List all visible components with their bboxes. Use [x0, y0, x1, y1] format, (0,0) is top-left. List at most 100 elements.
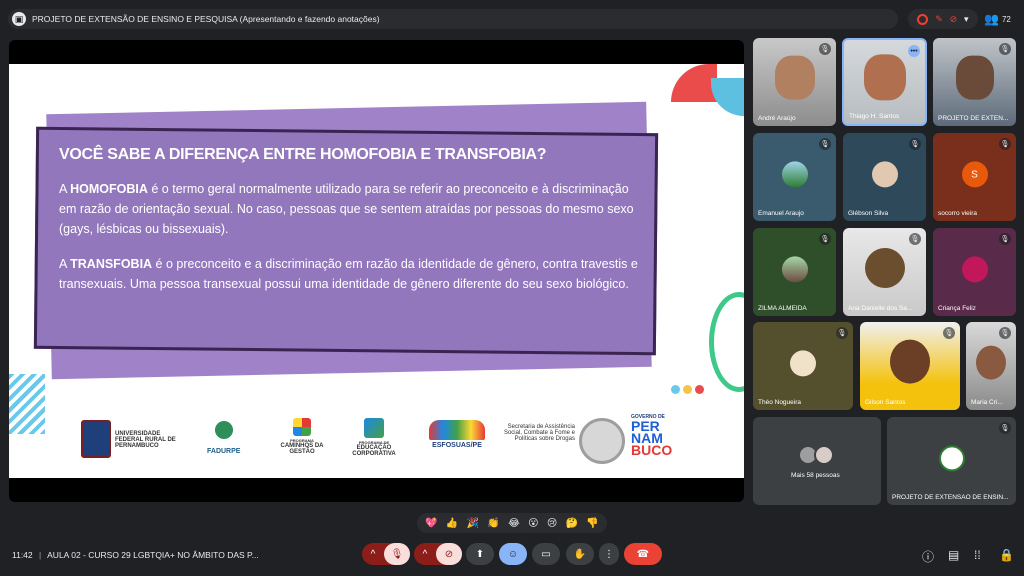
reaction-clap[interactable]: 👏 [487, 518, 499, 529]
participant-tile[interactable]: S 🎙 socorro vieira [933, 133, 1016, 221]
reaction-bar: 💖 👍 🎉 👏 😂 😮 😢 🤔 👎 [417, 513, 607, 533]
mic-off-icon: 🎙 [819, 43, 831, 55]
camera-control: ^ ⊘ [414, 543, 462, 565]
logo-pernambuco: GOVERNO DE PER NAM BUCO [631, 414, 673, 458]
participant-tile[interactable]: 🎙 PROJETO DE EXTEN... [933, 38, 1016, 126]
participant-tile[interactable]: 🎙 Glébson Silva [843, 133, 926, 221]
slide-paragraph-homofobia: A HOMOFOBIA é o termo geral normalmente … [59, 182, 634, 236]
decoration-blue [711, 78, 744, 116]
presentation-stage: VOCÊ SABE A DIFERENÇA ENTRE HOMOFOBIA E … [9, 40, 744, 502]
mic-off-icon: 🎙 [999, 422, 1011, 434]
sponsor-logos: UNIVERSIDADE FEDERAL RURAL DE PERNAMBUCO… [79, 414, 719, 468]
mic-off-icon: 🎙 [836, 327, 848, 339]
leave-call-button[interactable]: ☎ [624, 543, 662, 565]
logo-esfosuas: ESFOSUAS/PE [427, 420, 487, 449]
chat-icon[interactable]: ▤ [948, 548, 959, 562]
mic-off-icon: 🎙 [819, 138, 831, 150]
participant-name: Théo Nogueira [758, 399, 801, 406]
present-button[interactable]: ⬆ [466, 543, 494, 565]
reaction-thinking[interactable]: 🤔 [566, 518, 578, 529]
participant-name: Maria Cri... [971, 399, 1003, 406]
host-controls-icon[interactable]: 🔒 [999, 548, 1014, 562]
participant-name: Emanuel Araujo [758, 210, 804, 217]
annotate-icon[interactable]: ✎ [935, 14, 943, 25]
meeting-title: PROJETO DE EXTENSÃO DE ENSINO E PESQUISA… [32, 14, 380, 24]
hand-icon: ✋ [573, 548, 587, 560]
present-icon: ⬆ [475, 548, 485, 560]
speaking-icon: ••• [908, 45, 920, 57]
bottom-bar: 11:42 | AULA 02 - CURSO 29 LGBTQIA+ NO Â… [0, 540, 1024, 576]
avatar: S [961, 161, 988, 188]
mic-off-icon: 🎙 [909, 233, 921, 245]
emoji-icon: ☺ [507, 548, 519, 560]
mic-options-chevron-icon[interactable]: ^ [362, 549, 384, 560]
slide: VOCÊ SABE A DIFERENÇA ENTRE HOMOFOBIA E … [9, 64, 744, 478]
more-vert-icon: ⋮ [604, 548, 614, 560]
ufrpe-crest-icon [81, 420, 111, 458]
mic-off-icon: 🎙 [999, 233, 1011, 245]
more-options-button[interactable]: ⋮ [599, 543, 619, 565]
participant-name: Criança Feliz [938, 305, 976, 312]
reaction-party[interactable]: 🎉 [467, 518, 479, 529]
mic-off-icon: 🎙 [909, 138, 921, 150]
activities-icon[interactable]: ⁞⁞ [974, 548, 981, 562]
reaction-surprised[interactable]: 😮 [528, 518, 538, 529]
participant-count[interactable]: 👥 72 [984, 9, 1011, 29]
fadurpe-tree-icon [208, 414, 239, 446]
logo-fadurpe: FADURPE [207, 414, 240, 455]
participant-tile[interactable]: 🎙 Ana Danielle dos Sa... [843, 228, 926, 316]
decoration-dots [671, 385, 704, 394]
info-icon[interactable]: ⓘ [922, 548, 934, 565]
reaction-laugh[interactable]: 😂 [508, 518, 520, 529]
participant-name: PROJETO DE EXTENSÃO DE ENSIN... [892, 494, 1009, 501]
participant-tile[interactable]: 🎙 Criança Feliz [933, 228, 1016, 316]
participant-tile[interactable]: 🎙 Théo Nogueira [753, 322, 853, 410]
mic-off-icon: 🎙 [999, 43, 1011, 55]
record-icon[interactable] [917, 13, 929, 25]
esfosuas-icon [429, 420, 485, 440]
avatar [961, 256, 988, 283]
camera-off-icon[interactable]: ⊘ [436, 543, 462, 565]
mic-off-icon: 🎙 [999, 138, 1011, 150]
participant-tile[interactable]: 🎙 PROJETO DE EXTENSÃO DE ENSIN... [887, 417, 1016, 505]
participant-name: Ana Danielle dos Sa... [848, 305, 913, 312]
mic-off-icon[interactable]: 🎙 [384, 543, 410, 565]
raise-hand-button[interactable]: ✋ [566, 543, 594, 565]
reaction-thumbs-down[interactable]: 👎 [586, 518, 598, 529]
reaction-sad[interactable]: 😢 [547, 518, 557, 529]
meeting-info: 11:42 | AULA 02 - CURSO 29 LGBTQIA+ NO Â… [12, 550, 259, 560]
meeting-name: AULA 02 - CURSO 29 LGBTQIA+ NO ÂMBITO DA… [47, 550, 259, 560]
more-participants-tile[interactable]: Mais 58 pessoas [753, 417, 881, 505]
people-icon: 👥 [984, 12, 999, 26]
slide-paragraph-transfobia: A TRANSFOBIA é o preconceito e a discrim… [59, 257, 638, 291]
video-feed [774, 55, 815, 100]
avatar [938, 445, 965, 472]
participant-tile[interactable]: 🎙 ZILMA ALMEIDA [753, 228, 836, 316]
participant-tile[interactable]: 🎙 Maria Cri... [966, 322, 1016, 410]
participant-name: Glébson Silva [848, 210, 889, 217]
video-feed [976, 345, 1006, 380]
chevron-down-icon[interactable]: ▾ [964, 14, 969, 25]
decoration-stripes [9, 374, 45, 434]
reactions-button[interactable]: ☺ [499, 543, 527, 565]
participant-tile[interactable]: 🎙 Gilson Santos [860, 322, 960, 410]
camera-options-chevron-icon[interactable]: ^ [414, 549, 436, 560]
participant-name: Gilson Santos [865, 399, 906, 406]
reaction-thumbs-up[interactable]: 👍 [446, 518, 458, 529]
logo-caminhos: PROGRAMA CAMINHOS DA GESTÃO [277, 418, 327, 455]
stop-share-icon[interactable]: ⊘ [950, 14, 958, 25]
meeting-title-bar[interactable]: ▣ PROJETO DE EXTENSÃO DE ENSINO E PESQUI… [8, 9, 898, 29]
video-feed [955, 55, 994, 100]
captions-icon: ▭ [541, 548, 551, 560]
avatar [871, 161, 898, 188]
logo-pe-seal [579, 418, 625, 466]
more-people-label: Mais 58 pessoas [791, 472, 840, 479]
participant-tile-speaking[interactable]: ••• Thiago H. Santos [842, 38, 927, 126]
captions-button[interactable]: ▭ [532, 543, 560, 565]
participant-tile[interactable]: 🎙 André Araújo [753, 38, 836, 126]
participant-tile[interactable]: 🎙 Emanuel Araujo [753, 133, 836, 221]
reaction-heart[interactable]: 💖 [425, 518, 437, 529]
mic-control: ^ 🎙 [362, 543, 410, 565]
presentation-icon: ▣ [12, 12, 26, 26]
hang-up-icon: ☎ [636, 548, 650, 560]
